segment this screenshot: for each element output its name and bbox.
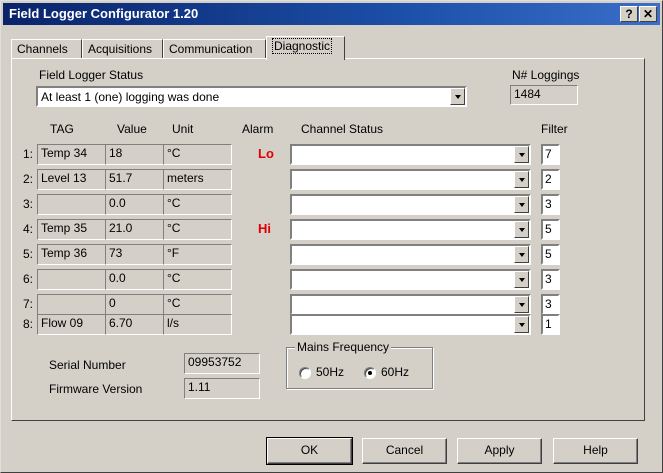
- channel-unit: °C: [163, 219, 232, 240]
- channel-tag: Flow 09: [37, 314, 106, 335]
- channel-status-dropdown[interactable]: [290, 294, 531, 315]
- channel-tag: Temp 36: [37, 244, 106, 265]
- status-value: At least 1 (one) logging was done: [41, 90, 220, 104]
- channel-value: 51.7: [105, 169, 164, 190]
- channel-unit: °F: [163, 244, 232, 265]
- close-icon[interactable]: ✕: [639, 6, 657, 22]
- channel-tag: [37, 194, 106, 215]
- header-tag: TAG: [50, 122, 74, 136]
- tab-communication[interactable]: Communication: [163, 39, 266, 59]
- channel-alarm: Hi: [258, 221, 271, 236]
- channel-filter-input[interactable]: 3: [541, 194, 560, 215]
- channel-status-dropdown[interactable]: [290, 314, 531, 335]
- tab-diagnostic[interactable]: Diagnostic: [266, 36, 345, 60]
- ok-button[interactable]: OK: [266, 437, 353, 465]
- chevron-down-icon[interactable]: [514, 316, 529, 333]
- channel-number: 8:: [23, 317, 34, 331]
- title-bar[interactable]: Field Logger Configurator 1.20 ? ✕: [3, 3, 660, 25]
- channel-tag: [37, 269, 106, 290]
- chevron-down-icon[interactable]: [514, 221, 529, 238]
- chevron-down-icon[interactable]: [514, 246, 529, 263]
- channel-filter-input[interactable]: 5: [541, 219, 560, 240]
- channel-status-dropdown[interactable]: [290, 219, 531, 240]
- channel-value: 18: [105, 144, 164, 165]
- chevron-down-icon[interactable]: [514, 146, 529, 163]
- channel-status-dropdown[interactable]: [290, 244, 531, 265]
- channel-value: 0.0: [105, 269, 164, 290]
- header-alarm: Alarm: [242, 122, 274, 136]
- chevron-down-icon[interactable]: [514, 271, 529, 288]
- status-dropdown[interactable]: At least 1 (one) logging was done: [36, 86, 467, 107]
- channel-tag: Temp 35: [37, 219, 106, 240]
- channel-unit: °C: [163, 194, 232, 215]
- radio-50hz[interactable]: [299, 367, 311, 379]
- help-title-button[interactable]: ?: [620, 6, 638, 22]
- channel-number: 2:: [23, 172, 34, 186]
- channel-number: 6:: [23, 272, 34, 286]
- radio-60hz-label[interactable]: 60Hz: [381, 365, 409, 379]
- header-value: Value: [117, 122, 147, 136]
- header-channel-status: Channel Status: [301, 122, 384, 136]
- channel-filter-input[interactable]: 2: [541, 169, 560, 190]
- channel-unit: meters: [163, 169, 232, 190]
- serial-label: Serial Number: [49, 358, 126, 372]
- chevron-down-icon[interactable]: [514, 196, 529, 213]
- channel-filter-input[interactable]: 5: [541, 244, 560, 265]
- header-filter: Filter: [541, 122, 568, 136]
- channel-unit: °C: [163, 269, 232, 290]
- configurator-window: Field Logger Configurator 1.20 ? ✕ Chann…: [0, 0, 663, 473]
- channel-number: 3:: [23, 197, 34, 211]
- header-unit: Unit: [172, 122, 194, 136]
- radio-60hz[interactable]: [364, 367, 376, 379]
- loggings-label: N# Loggings: [512, 68, 580, 82]
- chevron-down-icon[interactable]: [514, 296, 529, 313]
- channel-status-dropdown[interactable]: [290, 269, 531, 290]
- channel-number: 5:: [23, 247, 34, 261]
- firmware-value: 1.11: [184, 378, 260, 399]
- channel-filter-input[interactable]: 3: [541, 269, 560, 290]
- status-label: Field Logger Status: [39, 68, 144, 82]
- channel-number: 1:: [23, 147, 34, 161]
- tab-acquisitions[interactable]: Acquisitions: [82, 39, 163, 59]
- channel-alarm: Lo: [258, 146, 274, 161]
- channel-status-dropdown[interactable]: [290, 169, 531, 190]
- channel-filter-input[interactable]: 3: [541, 294, 560, 315]
- channel-value: 6.70: [105, 314, 164, 335]
- channel-value: 0: [105, 294, 164, 315]
- serial-value: 09953752: [184, 353, 260, 374]
- help-button[interactable]: Help: [553, 438, 638, 464]
- channel-unit: °C: [163, 144, 232, 165]
- channel-unit: l/s: [163, 314, 232, 335]
- loggings-count: 1484: [510, 85, 578, 105]
- channel-value: 73: [105, 244, 164, 265]
- channel-value: 21.0: [105, 219, 164, 240]
- firmware-label: Firmware Version: [49, 382, 143, 396]
- cancel-button[interactable]: Cancel: [362, 438, 447, 464]
- window-title: Field Logger Configurator 1.20: [9, 6, 199, 21]
- mains-frequency-group: Mains Frequency 50Hz 60Hz: [286, 340, 433, 389]
- channel-tag: Level 13: [37, 169, 106, 190]
- channel-value: 0.0: [105, 194, 164, 215]
- tab-channels[interactable]: Channels: [11, 39, 82, 59]
- radio-50hz-label[interactable]: 50Hz: [316, 365, 344, 379]
- channel-tag: Temp 34: [37, 144, 106, 165]
- channel-number: 7:: [23, 297, 34, 311]
- channel-status-dropdown[interactable]: [290, 144, 531, 165]
- apply-button[interactable]: Apply: [457, 438, 542, 464]
- channel-tag: [37, 294, 106, 315]
- channel-unit: °C: [163, 294, 232, 315]
- channel-status-dropdown[interactable]: [290, 194, 531, 215]
- chevron-down-icon[interactable]: [450, 88, 465, 105]
- channel-number: 4:: [23, 222, 34, 236]
- chevron-down-icon[interactable]: [514, 171, 529, 188]
- channel-filter-input[interactable]: 1: [541, 314, 560, 335]
- mains-frequency-title: Mains Frequency: [295, 340, 392, 354]
- channel-filter-input[interactable]: 7: [541, 144, 560, 165]
